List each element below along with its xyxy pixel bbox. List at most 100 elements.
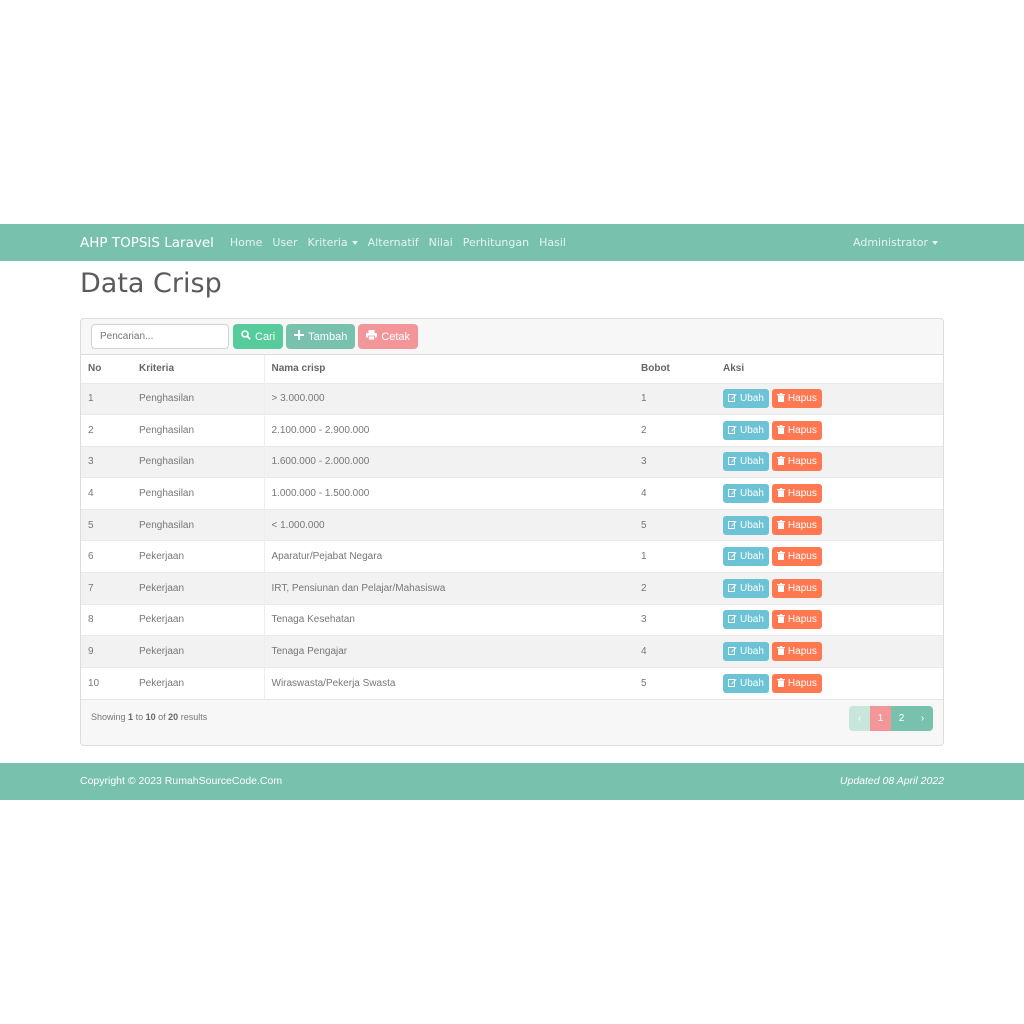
cell-aksi: Ubah Hapus	[716, 635, 943, 668]
delete-button-label: Hapus	[787, 646, 817, 658]
cell-no: 3	[81, 445, 132, 478]
print-button-label: Cetak	[381, 330, 411, 343]
user-menu-dropdown[interactable]: Administrator	[853, 236, 938, 249]
edit-button[interactable]: Ubah	[723, 547, 769, 567]
cell-kriteria: Pekerjaan	[132, 666, 264, 699]
cell-nama-crisp: Wiraswasta/Pekerja Swasta	[263, 666, 634, 699]
trash-icon	[776, 551, 785, 562]
edit-button[interactable]: Ubah	[723, 389, 769, 409]
summary-to: 10	[145, 711, 156, 722]
delete-button[interactable]: Hapus	[771, 610, 822, 630]
edit-button-label: Ubah	[740, 456, 764, 468]
caret-down-icon	[932, 241, 938, 245]
top-navbar: AHP TOPSIS Laravel Home User Kriteria Al…	[0, 224, 1024, 261]
edit-button[interactable]: Ubah	[723, 578, 769, 598]
edit-button-label: Ubah	[740, 424, 764, 436]
col-header-nama-crisp: Nama crisp	[263, 355, 634, 383]
delete-button[interactable]: Hapus	[771, 515, 822, 535]
nav-user-area: Administrator	[853, 224, 938, 261]
nav-link-kriteria-label: Kriteria	[307, 236, 348, 249]
delete-button[interactable]: Hapus	[771, 452, 822, 472]
print-button[interactable]: Cetak	[358, 324, 419, 349]
nav-link-hasil[interactable]: Hasil	[539, 236, 566, 249]
search-button[interactable]: Cari	[233, 324, 284, 349]
cell-bobot: 5	[634, 666, 716, 699]
search-icon	[241, 330, 251, 343]
delete-button[interactable]: Hapus	[771, 578, 822, 598]
delete-button[interactable]: Hapus	[771, 484, 822, 504]
navbar-brand[interactable]: AHP TOPSIS Laravel	[80, 235, 214, 251]
trash-icon	[776, 393, 785, 404]
add-button[interactable]: Tambah	[286, 324, 356, 349]
search-input[interactable]	[91, 324, 229, 349]
pagination-page-1[interactable]: 1	[870, 705, 891, 731]
nav-dropdown-kriteria[interactable]: Kriteria	[307, 236, 358, 249]
cell-no: 1	[81, 382, 132, 415]
edit-button[interactable]: Ubah	[723, 610, 769, 630]
edit-button[interactable]: Ubah	[723, 420, 769, 440]
edit-icon	[728, 520, 737, 531]
edit-button[interactable]: Ubah	[723, 452, 769, 472]
edit-button[interactable]: Ubah	[723, 515, 769, 535]
cell-no: 9	[81, 635, 132, 668]
edit-button-label: Ubah	[740, 677, 764, 689]
cell-nama-crisp: 1.000.000 - 1.500.000	[263, 477, 634, 510]
delete-button-label: Hapus	[787, 393, 817, 405]
page-footer: Copyright © 2023 RumahSourceCode.Com Upd…	[0, 763, 1024, 800]
cell-no: 10	[81, 666, 132, 699]
delete-button-label: Hapus	[787, 551, 817, 563]
pagination: ‹ 1 2 ›	[849, 705, 933, 731]
cell-aksi: Ubah Hapus	[716, 603, 943, 636]
edit-button-label: Ubah	[740, 393, 764, 405]
cell-kriteria: Penghasilan	[132, 414, 264, 447]
cell-no: 4	[81, 477, 132, 510]
cell-no: 8	[81, 603, 132, 636]
table-row: 6 Pekerjaan Aparatur/Pejabat Negara 1 Ubah Ha…	[81, 540, 943, 573]
add-button-label: Tambah	[308, 330, 348, 343]
cell-kriteria: Penghasilan	[132, 445, 264, 478]
cell-bobot: 4	[634, 477, 716, 510]
table-row: 7 Pekerjaan IRT, Pensiunan dan Pelajar/Mah…	[81, 572, 943, 605]
delete-button[interactable]: Hapus	[771, 547, 822, 567]
trash-icon	[776, 582, 785, 594]
edit-button[interactable]: Ubah	[723, 673, 769, 693]
nav-link-perhitungan[interactable]: Perhitungan	[463, 236, 529, 249]
nav-link-alternatif[interactable]: Alternatif	[368, 236, 419, 249]
delete-button[interactable]: Hapus	[771, 642, 822, 662]
delete-button[interactable]: Hapus	[771, 389, 822, 409]
edit-button[interactable]: Ubah	[723, 484, 769, 504]
trash-icon	[776, 614, 785, 625]
edit-button[interactable]: Ubah	[723, 642, 769, 662]
cell-kriteria: Penghasilan	[132, 508, 264, 541]
cell-kriteria: Pekerjaan	[132, 540, 264, 573]
cell-nama-crisp: Aparatur/Pejabat Negara	[263, 540, 634, 573]
pagination-next[interactable]: ›	[912, 705, 933, 731]
cell-aksi: Ubah Hapus	[716, 508, 943, 541]
pagination-prev[interactable]: ‹	[849, 705, 870, 731]
delete-button-label: Hapus	[787, 424, 817, 436]
nav-link-nilai[interactable]: Nilai	[429, 236, 453, 249]
caret-down-icon	[351, 241, 358, 245]
cell-bobot: 1	[634, 382, 716, 415]
nav-link-home[interactable]: Home	[230, 236, 262, 249]
cell-kriteria: Pekerjaan	[132, 635, 264, 668]
edit-button-label: Ubah	[740, 551, 764, 563]
search-button-label: Cari	[255, 330, 276, 343]
table-row: 2 Penghasilan 2.100.000 - 2.900.000 2 Ubah Ha…	[81, 414, 943, 447]
nav-link-user[interactable]: User	[272, 236, 297, 249]
edit-button-label: Ubah	[740, 646, 764, 658]
delete-button[interactable]: Hapus	[771, 673, 822, 693]
table-row: 8 Pekerjaan Tenaga Kesehatan 3 Ubah Hapus	[81, 603, 943, 636]
edit-button-label: Ubah	[740, 488, 764, 500]
edit-icon	[728, 456, 737, 467]
summary-prefix: Showing	[91, 711, 126, 722]
plus-icon	[294, 330, 305, 343]
card-toolbar: Cari Tambah Cetak	[81, 319, 943, 355]
cell-nama-crisp: Tenaga Kesehatan	[263, 603, 634, 636]
summary-to-word: to	[135, 711, 144, 722]
summary-suffix: results	[180, 711, 208, 722]
delete-button[interactable]: Hapus	[771, 420, 822, 440]
user-menu-label: Administrator	[853, 236, 928, 249]
pagination-page-2[interactable]: 2	[891, 705, 912, 731]
edit-icon	[728, 583, 737, 594]
